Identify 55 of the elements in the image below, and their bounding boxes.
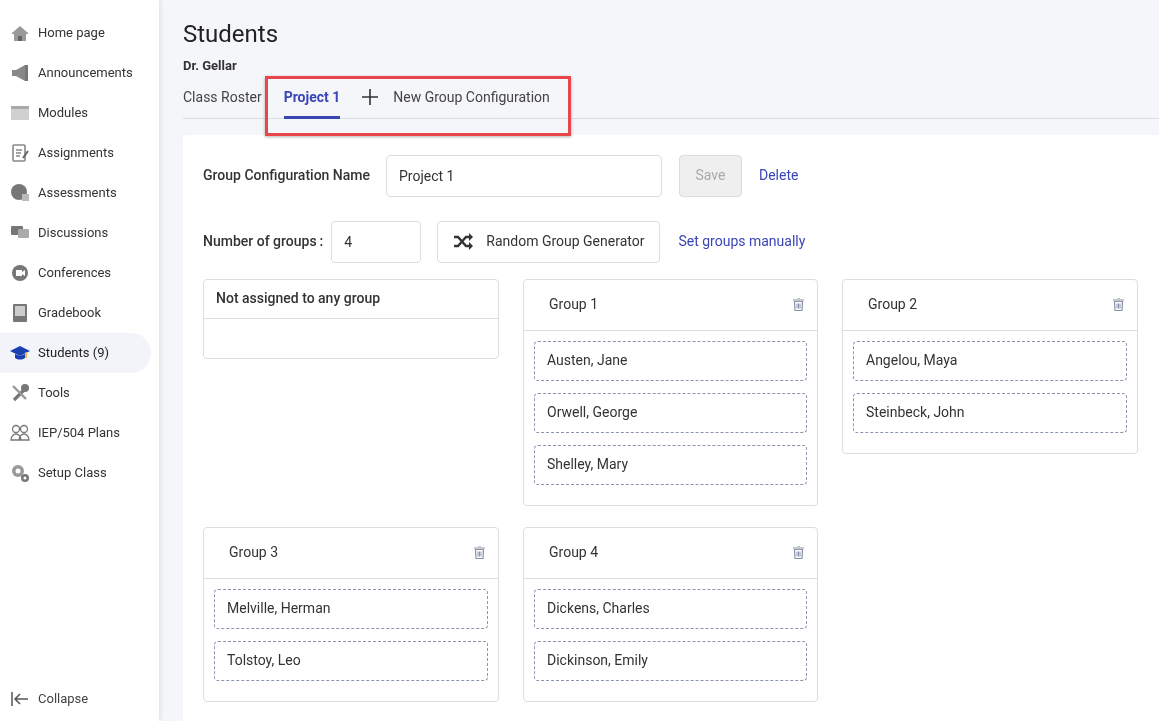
student-chip[interactable]: Shelley, Mary (534, 444, 807, 485)
sidebar-item[interactable]: IEP/504 Plans (0, 413, 151, 453)
camera-bubble-icon (10, 263, 30, 283)
sidebar-item[interactable]: Gradebook (0, 293, 151, 333)
field-label: Group Configuration Name (203, 166, 372, 185)
sidebar-item[interactable]: Setup Class (0, 453, 151, 493)
sidebar-item[interactable]: Modules (0, 93, 151, 133)
delete-link[interactable]: Delete (759, 165, 799, 186)
shuffle-icon (453, 233, 475, 250)
trash-icon[interactable] (1113, 298, 1124, 311)
student-chip[interactable]: Dickens, Charles (534, 588, 807, 629)
set-groups-manually-link[interactable]: Set groups manually (678, 231, 806, 252)
student-chip[interactable]: Melville, Herman (214, 588, 488, 629)
page-title: Students (183, 20, 279, 48)
new-group-configuration-tab[interactable]: New Group Configuration (362, 85, 550, 119)
trash-icon[interactable] (793, 546, 804, 559)
book-icon (10, 303, 30, 323)
random-group-button[interactable]: Random Group Generator (437, 220, 661, 263)
sidebar-item[interactable]: Announcements (0, 53, 151, 93)
folder-icon (10, 103, 30, 123)
group-count-field[interactable]: 4 (331, 220, 422, 263)
student-chip[interactable]: Tolstoy, Leo (214, 640, 488, 681)
student-chip[interactable]: Orwell, George (534, 392, 807, 433)
megaphone-icon (10, 63, 30, 83)
group-title: Group 3 (229, 543, 279, 562)
group-title: Group 2 (868, 295, 918, 314)
tab[interactable]: Project 1 (283, 85, 341, 119)
trash-icon[interactable] (474, 546, 485, 559)
house-icon (10, 23, 30, 43)
trash-icon[interactable] (793, 298, 804, 311)
sidebar-item[interactable]: Assessments (0, 173, 151, 213)
teacher-name: Dr. Gellar (183, 57, 237, 75)
sidebar-item[interactable]: Students (9) (0, 333, 151, 373)
sidebar-item[interactable]: Tools (0, 373, 151, 413)
card-title: Not assigned to any group (216, 289, 381, 308)
configuration-name-field[interactable]: Project 1 (386, 154, 662, 197)
student-chip[interactable]: Austen, Jane (534, 340, 807, 381)
student-chip[interactable]: Angelou, Maya (853, 340, 1127, 381)
sidebar-item[interactable]: Home page (0, 13, 151, 53)
sidebar-item[interactable]: Assignments (0, 133, 151, 173)
tab[interactable]: Class Roster (183, 85, 262, 119)
group-title: Group 4 (549, 543, 599, 562)
group-title: Group 1 (549, 295, 599, 314)
collapse-icon (11, 691, 29, 707)
sidebar-item[interactable]: Conferences (0, 253, 151, 293)
colon: : (319, 232, 324, 251)
student-chip[interactable]: Steinbeck, John (853, 392, 1127, 433)
gears-icon (10, 463, 30, 483)
student-chip[interactable]: Dickinson, Emily (534, 640, 807, 681)
people-icon (10, 423, 30, 443)
sidebar-item[interactable]: Discussions (0, 213, 151, 253)
field-label: Number of groups (203, 232, 317, 251)
plus-icon (362, 88, 379, 105)
collapse-button[interactable]: Collapse (0, 687, 159, 711)
clipboard-icon (10, 143, 30, 163)
